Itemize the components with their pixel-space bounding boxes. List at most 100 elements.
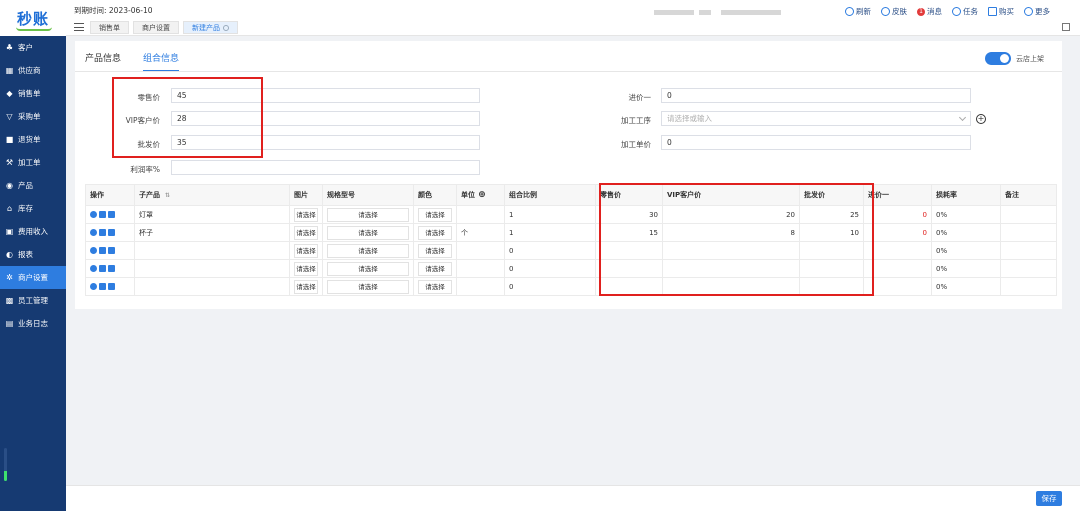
- sidebar-item[interactable]: ▦ 供应商: [0, 59, 66, 82]
- sidebar-item[interactable]: ▽ 采购单: [0, 105, 66, 128]
- image-picker[interactable]: 请选择: [294, 279, 318, 294]
- wholesale-price-cell[interactable]: [799, 277, 864, 296]
- expand-icon[interactable]: [1062, 23, 1070, 31]
- add-row-icon[interactable]: [108, 247, 115, 254]
- add-row-icon[interactable]: [108, 211, 115, 218]
- copy-icon[interactable]: [99, 283, 106, 290]
- vip-price-input[interactable]: 28: [171, 111, 480, 126]
- sidebar-item[interactable]: ◆ 销售单: [0, 82, 66, 105]
- buy-button[interactable]: 购买: [988, 6, 1014, 17]
- sidebar-item[interactable]: ◉ 产品: [0, 174, 66, 197]
- wholesale-price-cell[interactable]: [799, 259, 864, 278]
- spec-picker[interactable]: 请选择: [327, 243, 409, 258]
- add-row-icon[interactable]: [108, 229, 115, 236]
- vip-price-cell[interactable]: 20: [662, 205, 800, 224]
- delete-icon[interactable]: [90, 229, 97, 236]
- retail-price-cell[interactable]: 15: [595, 223, 663, 242]
- cost-price-cell[interactable]: 0: [863, 205, 932, 224]
- cloud-store-toggle[interactable]: [985, 52, 1011, 65]
- spec-picker[interactable]: 请选择: [327, 225, 409, 240]
- retail-price-cell[interactable]: [595, 277, 663, 296]
- sidebar-item[interactable]: ◐ 报表: [0, 243, 66, 266]
- wholesale-price-input[interactable]: 35: [171, 135, 480, 150]
- color-picker[interactable]: 请选择: [418, 207, 452, 222]
- skin-button[interactable]: 皮肤: [881, 6, 907, 17]
- remark-cell[interactable]: [1000, 241, 1057, 260]
- cost-price-cell[interactable]: [863, 241, 932, 260]
- unit-cell[interactable]: [456, 277, 505, 296]
- tab-product-info[interactable]: 产品信息: [85, 51, 121, 72]
- save-button[interactable]: 保存: [1036, 491, 1062, 506]
- wholesale-price-cell[interactable]: 10: [799, 223, 864, 242]
- sidebar-item[interactable]: ▤ 业务日志: [0, 312, 66, 335]
- delete-icon[interactable]: [90, 283, 97, 290]
- wholesale-price-cell[interactable]: 25: [799, 205, 864, 224]
- logo[interactable]: 秒账: [0, 0, 66, 36]
- sort-icon[interactable]: ⇅: [163, 192, 172, 199]
- menu-toggle-icon[interactable]: [74, 23, 84, 31]
- process-select[interactable]: 请选择或输入: [661, 111, 971, 126]
- tab-combo-info[interactable]: 组合信息: [143, 51, 180, 72]
- profit-rate-input[interactable]: [171, 160, 480, 175]
- retail-price-cell[interactable]: [595, 259, 663, 278]
- remark-cell[interactable]: [1000, 259, 1057, 278]
- sub-product-cell[interactable]: 灯罩: [134, 205, 290, 224]
- color-picker[interactable]: 请选择: [418, 225, 452, 240]
- task-button[interactable]: 任务: [952, 6, 978, 17]
- sub-product-cell[interactable]: [134, 241, 290, 260]
- ratio-cell[interactable]: 0: [504, 277, 596, 296]
- ratio-cell[interactable]: 0: [504, 241, 596, 260]
- spec-picker[interactable]: 请选择: [327, 261, 409, 276]
- unit-cell[interactable]: [456, 259, 505, 278]
- loss-rate-cell[interactable]: 0%: [931, 205, 1001, 224]
- sub-product-cell[interactable]: [134, 277, 290, 296]
- remark-cell[interactable]: [1000, 223, 1057, 242]
- message-button[interactable]: 1 消息: [917, 6, 942, 17]
- tab-new-product[interactable]: 新建产品: [183, 21, 238, 34]
- copy-icon[interactable]: [99, 229, 106, 236]
- ratio-cell[interactable]: 1: [504, 223, 596, 242]
- retail-price-input[interactable]: 45: [171, 88, 480, 103]
- refresh-button[interactable]: 刷新: [845, 6, 871, 17]
- unit-cell[interactable]: [456, 205, 505, 224]
- ratio-cell[interactable]: 1: [504, 205, 596, 224]
- cost-price-cell[interactable]: [863, 277, 932, 296]
- sidebar-item[interactable]: ⌂ 库存: [0, 197, 66, 220]
- retail-price-cell[interactable]: [595, 241, 663, 260]
- spec-picker[interactable]: 请选择: [327, 279, 409, 294]
- color-picker[interactable]: 请选择: [418, 279, 452, 294]
- vip-price-cell[interactable]: 8: [662, 223, 800, 242]
- sidebar-item[interactable]: ■ 退货单: [0, 128, 66, 151]
- sidebar-item[interactable]: ⚒ 加工单: [0, 151, 66, 174]
- color-picker[interactable]: 请选择: [418, 261, 452, 276]
- add-process-icon[interactable]: +: [976, 114, 986, 124]
- loss-rate-cell[interactable]: 0%: [931, 223, 1001, 242]
- cost-price-cell[interactable]: 0: [863, 223, 932, 242]
- tab-merchant-settings[interactable]: 商户设置: [133, 21, 179, 34]
- image-picker[interactable]: 请选择: [294, 207, 318, 222]
- image-picker[interactable]: 请选择: [294, 261, 318, 276]
- retail-price-cell[interactable]: 30: [595, 205, 663, 224]
- spec-picker[interactable]: 请选择: [327, 207, 409, 222]
- sidebar-item[interactable]: ▩ 员工管理: [0, 289, 66, 312]
- sidebar-item[interactable]: ✲ 商户设置: [0, 266, 66, 289]
- delete-icon[interactable]: [90, 211, 97, 218]
- add-row-icon[interactable]: [108, 265, 115, 272]
- vip-price-cell[interactable]: [662, 259, 800, 278]
- vip-price-cell[interactable]: [662, 241, 800, 260]
- more-button[interactable]: 更多: [1024, 6, 1050, 17]
- sub-product-cell[interactable]: [134, 259, 290, 278]
- process-price-input[interactable]: 0: [661, 135, 971, 150]
- sidebar-item[interactable]: ▣ 费用收入: [0, 220, 66, 243]
- loss-rate-cell[interactable]: 0%: [931, 241, 1001, 260]
- ratio-cell[interactable]: 0: [504, 259, 596, 278]
- unit-cell[interactable]: [456, 241, 505, 260]
- color-picker[interactable]: 请选择: [418, 243, 452, 258]
- add-row-icon[interactable]: [108, 283, 115, 290]
- loss-rate-cell[interactable]: 0%: [931, 259, 1001, 278]
- sidebar-item[interactable]: ♣ 客户: [0, 36, 66, 59]
- unit-cell[interactable]: 个: [456, 223, 505, 242]
- delete-icon[interactable]: [90, 247, 97, 254]
- tab-sales-order[interactable]: 销售单: [90, 21, 129, 34]
- loss-rate-cell[interactable]: 0%: [931, 277, 1001, 296]
